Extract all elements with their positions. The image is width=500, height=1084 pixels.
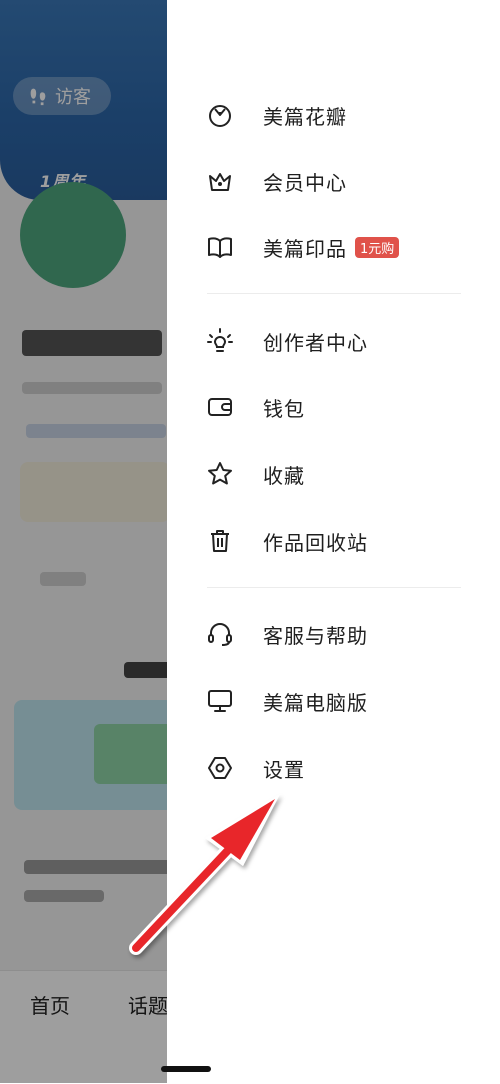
- menu-item-prints[interactable]: 美篇印品 1元购: [205, 227, 465, 267]
- menu-item-desktop-version[interactable]: 美篇电脑版: [205, 681, 465, 721]
- menu-item-recycle-bin[interactable]: 作品回收站: [205, 521, 465, 561]
- monitor-icon: [205, 686, 235, 716]
- petal-icon: [205, 100, 235, 130]
- menu-item-label: 美篇花瓣: [263, 104, 347, 129]
- menu-item-label: 创作者中心: [263, 330, 368, 355]
- star-icon: [205, 459, 235, 489]
- wallet-icon: [205, 392, 235, 422]
- menu-item-label: 客服与帮助: [263, 623, 368, 648]
- menu-item-label: 钱包: [263, 396, 305, 421]
- menu-item-wallet[interactable]: 钱包: [205, 387, 465, 427]
- menu-item-label: 会员中心: [263, 170, 347, 195]
- menu-item-membership[interactable]: 会员中心: [205, 161, 465, 201]
- menu-item-label: 作品回收站: [263, 530, 368, 555]
- menu-divider: [207, 293, 461, 294]
- menu-item-settings[interactable]: 设置: [205, 748, 465, 788]
- menu-item-petals[interactable]: 美篇花瓣: [205, 95, 465, 135]
- trash-icon: [205, 526, 235, 556]
- menu-item-label: 设置: [263, 757, 305, 782]
- book-icon: [205, 232, 235, 262]
- menu-item-label: 美篇电脑版: [263, 690, 368, 715]
- menu-item-favorites[interactable]: 收藏: [205, 454, 465, 494]
- crown-icon: [205, 166, 235, 196]
- menu-item-creator-center[interactable]: 创作者中心: [205, 321, 465, 361]
- settings-icon: [205, 753, 235, 783]
- side-drawer: 美篇花瓣 会员中心 美篇印品 1元购 创作者中心 钱包 收藏 作品回收站 客服与…: [167, 0, 500, 1083]
- menu-divider: [207, 587, 461, 588]
- menu-item-label: 收藏: [263, 463, 305, 488]
- lightbulb-icon: [205, 326, 235, 356]
- promo-badge: 1元购: [355, 236, 400, 258]
- home-indicator: [161, 1066, 211, 1072]
- menu-item-label: 美篇印品: [263, 236, 347, 261]
- headset-icon: [205, 619, 235, 649]
- menu-item-support[interactable]: 客服与帮助: [205, 614, 465, 654]
